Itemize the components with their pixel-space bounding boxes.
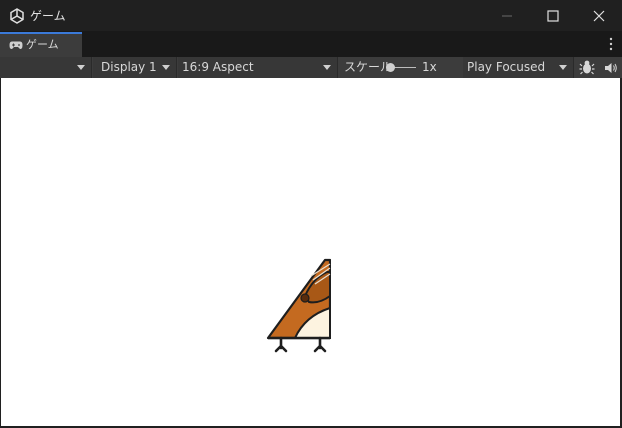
gamepad-icon <box>9 41 23 50</box>
close-icon <box>593 10 605 22</box>
maximize-button[interactable] <box>530 0 576 31</box>
mute-audio-button[interactable] <box>600 57 622 78</box>
maximize-icon <box>547 10 559 22</box>
game-toolbar: Display 1 16:9 Aspect スケール 1x Play Focus… <box>0 57 622 78</box>
unity-icon <box>10 8 24 24</box>
game-viewport[interactable] <box>1 78 620 426</box>
stats-button[interactable] <box>575 57 599 78</box>
chevron-down-icon <box>77 65 85 70</box>
chevron-down-icon <box>323 65 331 70</box>
window-title: ゲーム <box>30 9 66 23</box>
chevron-down-icon <box>162 65 170 70</box>
chevron-down-icon <box>559 65 567 70</box>
scale-label: スケール <box>344 60 393 74</box>
tab-strip: ゲーム <box>0 31 622 57</box>
speaker-icon <box>605 63 617 73</box>
minimize-button[interactable] <box>484 0 530 31</box>
tab-label: ゲーム <box>26 38 59 51</box>
minimize-icon <box>502 15 512 17</box>
bug-icon <box>579 60 595 75</box>
display-dropdown[interactable]: Display 1 <box>93 57 177 78</box>
kebab-menu-icon[interactable] <box>608 37 614 51</box>
play-mode-dropdown[interactable]: Play Focused <box>463 57 574 78</box>
close-button[interactable] <box>576 0 622 31</box>
display-value: Display 1 <box>101 60 157 74</box>
play-mode-value: Play Focused <box>467 60 546 74</box>
aspect-dropdown[interactable]: 16:9 Aspect <box>178 57 338 78</box>
scale-slider-knob[interactable] <box>386 63 395 72</box>
scale-control: スケール 1x <box>338 57 462 78</box>
aspect-value: 16:9 Aspect <box>182 60 254 74</box>
title-bar: ゲーム <box>0 0 622 31</box>
bird-sprite <box>266 258 331 353</box>
game-view-selector[interactable] <box>0 57 92 78</box>
scale-value: 1x <box>422 60 437 74</box>
tab-game[interactable]: ゲーム <box>0 32 82 57</box>
